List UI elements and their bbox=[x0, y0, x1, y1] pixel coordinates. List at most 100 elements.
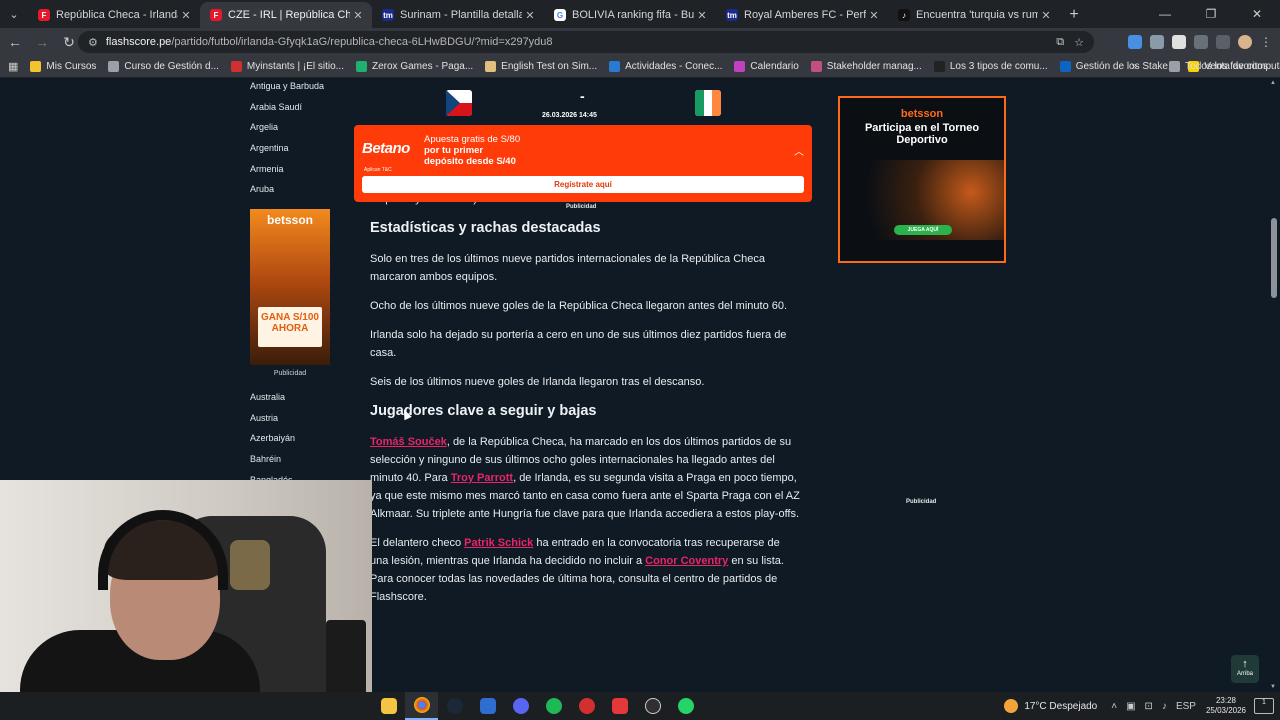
collapse-chevron-icon[interactable]: ︿ bbox=[794, 143, 804, 158]
extension-icon[interactable] bbox=[1128, 35, 1142, 49]
all-bookmarks[interactable]: Todos los favoritos bbox=[1169, 61, 1268, 72]
close-window-icon[interactable]: ✕ bbox=[1234, 0, 1280, 28]
network-icon[interactable]: ⊡ bbox=[1145, 701, 1153, 712]
sidebar-country-item[interactable]: Argelia bbox=[240, 120, 352, 141]
close-tab-icon[interactable]: ✕ bbox=[694, 9, 710, 22]
close-tab-icon[interactable]: ✕ bbox=[1038, 9, 1054, 22]
weather-text: 17°C Despejado bbox=[1024, 700, 1098, 712]
whatsapp-icon[interactable] bbox=[669, 692, 702, 720]
bookmark-item[interactable]: English Test on Sim... bbox=[485, 61, 597, 72]
article-paragraph: Tomáš Souček, de la República Checa, ha … bbox=[370, 433, 800, 523]
extension-icon[interactable] bbox=[1172, 35, 1186, 49]
extension-icon[interactable] bbox=[1150, 35, 1164, 49]
player-link-schick[interactable]: Patrik Schick bbox=[464, 537, 533, 549]
scrollbar-thumb[interactable] bbox=[1271, 218, 1277, 298]
minimize-icon[interactable]: — bbox=[1142, 0, 1188, 28]
install-icon[interactable]: ⧉ bbox=[1056, 36, 1064, 49]
discord-icon[interactable] bbox=[504, 692, 537, 720]
tab-search-button[interactable]: ⌄ bbox=[0, 0, 28, 28]
weather-widget[interactable]: 17°C Despejado bbox=[1004, 699, 1097, 713]
site-info-icon[interactable]: ⚙ bbox=[88, 36, 98, 49]
close-tab-icon[interactable]: ✕ bbox=[522, 9, 538, 22]
steam-icon[interactable] bbox=[438, 692, 471, 720]
close-tab-icon[interactable]: ✕ bbox=[866, 9, 882, 22]
ireland-flag-icon[interactable] bbox=[695, 90, 721, 116]
player-link-soucek[interactable]: Tomáš Souček bbox=[370, 436, 447, 448]
back-icon[interactable]: ← bbox=[3, 30, 27, 54]
article-paragraph: Irlanda solo ha dejado su portería a cer… bbox=[370, 329, 787, 359]
app-tray-icon[interactable]: ▣ bbox=[1126, 701, 1135, 712]
scroll-up-icon[interactable]: ▲ bbox=[1270, 80, 1276, 86]
file-explorer-icon[interactable] bbox=[372, 692, 405, 720]
back-to-top-button[interactable]: ↑ Arriba bbox=[1231, 655, 1259, 683]
puzzle-icon[interactable] bbox=[1194, 35, 1208, 49]
czech-flag-icon[interactable] bbox=[446, 90, 472, 116]
apps-icon[interactable]: ▦ bbox=[8, 60, 18, 73]
bookmark-item[interactable]: Zerox Games - Paga... bbox=[356, 61, 473, 72]
page-scrollbar[interactable]: ▲ ▼ bbox=[1268, 78, 1280, 692]
language-indicator[interactable]: ESP bbox=[1176, 701, 1196, 712]
bookmark-label: English Test on Sim... bbox=[501, 61, 598, 72]
arrow-up-icon: ↑ bbox=[1242, 658, 1248, 670]
valorant-icon[interactable] bbox=[603, 692, 636, 720]
browser-tab[interactable]: F CZE - IRL | República Checa vs I✕ bbox=[200, 2, 372, 28]
bookmark-item[interactable]: Stakeholder manag... bbox=[810, 61, 922, 72]
register-button[interactable]: Regístrate aquí bbox=[362, 176, 804, 193]
profile-avatar[interactable] bbox=[1238, 35, 1252, 49]
volume-icon[interactable]: ♪ bbox=[1162, 701, 1167, 712]
spotify-icon[interactable] bbox=[537, 692, 570, 720]
address-bar[interactable]: ⚙ flashscore.pe/partido/futbol/irlanda-G… bbox=[78, 31, 1094, 53]
browser-tab[interactable]: tm Surinam - Plantilla detallada 20✕ bbox=[372, 2, 544, 28]
sidebar-country-item[interactable]: Antigua y Barbuda bbox=[240, 79, 352, 100]
bookmark-item[interactable]: Mis Cursos bbox=[30, 61, 96, 72]
bookmark-item[interactable]: Actividades - Conec... bbox=[609, 61, 722, 72]
player-link-coventry[interactable]: Conor Coventry bbox=[645, 555, 728, 567]
folder-icon bbox=[1169, 61, 1181, 72]
tray-icons: ˄ ▣ ⊡ ♪ ESP bbox=[1111, 701, 1196, 712]
new-tab-button[interactable]: + bbox=[1060, 2, 1088, 28]
restore-icon[interactable]: ❐ bbox=[1188, 0, 1234, 28]
browser-tab[interactable]: F República Checa - Irlanda Fútbol✕ bbox=[28, 2, 200, 28]
back-to-top-label: Arriba bbox=[1236, 671, 1253, 677]
sidebar-country-item[interactable]: Bahréin bbox=[240, 452, 352, 473]
close-tab-icon[interactable]: ✕ bbox=[350, 9, 366, 22]
sidebar-country-item[interactable]: Argentina bbox=[240, 141, 352, 162]
sidebar-country-item[interactable]: Austria bbox=[240, 411, 352, 432]
sidebar-country-item[interactable]: Aruba bbox=[240, 182, 352, 203]
browser-tab[interactable]: tm Royal Amberes FC - Perfil del cl✕ bbox=[716, 2, 888, 28]
article-paragraph: Seis de los últimos nueve goles de Irlan… bbox=[370, 376, 705, 388]
sidebar-country-item[interactable]: Arabia Saudí bbox=[240, 100, 352, 121]
ad-play-button[interactable]: JUEGA AQUÍ bbox=[894, 225, 952, 235]
sidebar-country-item[interactable]: Armenia bbox=[240, 162, 352, 183]
match-header: - 26.03.2026 14:45 bbox=[352, 78, 812, 128]
right-ad-banner[interactable]: betsson Participa en el Torneo Deportivo… bbox=[838, 96, 1006, 263]
menu-icon[interactable]: ⋮ bbox=[1260, 35, 1272, 49]
terms-label: Aplican T&C bbox=[364, 167, 392, 173]
player-link-parrott[interactable]: Troy Parrott bbox=[451, 472, 513, 484]
chrome-icon[interactable] bbox=[405, 692, 438, 720]
bookmark-item[interactable]: Los 3 tipos de comu... bbox=[933, 61, 1048, 72]
scroll-down-icon[interactable]: ▼ bbox=[1270, 684, 1276, 690]
forward-icon[interactable]: → bbox=[30, 30, 54, 54]
media-icon[interactable] bbox=[1216, 35, 1230, 49]
bookmark-item[interactable]: Calendario bbox=[734, 61, 799, 72]
bookmark-item[interactable]: Myinstants | ¡El sitio... bbox=[230, 61, 344, 72]
bookmarks-more-icon[interactable]: » bbox=[1132, 61, 1138, 72]
bookmark-item[interactable]: Curso de Gestión d... bbox=[108, 61, 219, 72]
browser-tab[interactable]: G BOLIVIA ranking fifa - Buscar co✕ bbox=[544, 2, 716, 28]
browser-tab[interactable]: ♪ Encuentra 'turquia vs rumania' ✕ bbox=[888, 2, 1060, 28]
bookmark-label: Los 3 tipos de comu... bbox=[949, 61, 1048, 72]
offer-line: por tu primer bbox=[424, 145, 484, 156]
bookmark-star-icon[interactable]: ☆ bbox=[1074, 36, 1084, 49]
sidebar-country-item[interactable]: Azerbaiyán bbox=[240, 431, 352, 452]
close-tab-icon[interactable]: ✕ bbox=[178, 9, 194, 22]
betano-ad-banner[interactable]: Betano Apuesta gratis de S/80 por tu pri… bbox=[354, 125, 812, 202]
app-icon[interactable] bbox=[570, 692, 603, 720]
sidebar-country-item[interactable]: Australia bbox=[240, 390, 352, 411]
sidebar-ad[interactable]: betsson GANA S/100 AHORA bbox=[250, 209, 330, 365]
system-clock[interactable]: 23:28 25/03/2026 bbox=[1206, 696, 1246, 716]
app-icon[interactable] bbox=[471, 692, 504, 720]
notifications-icon[interactable]: 1 bbox=[1254, 698, 1274, 714]
obs-icon[interactable] bbox=[636, 692, 669, 720]
chevron-up-icon[interactable]: ˄ bbox=[1111, 701, 1117, 712]
